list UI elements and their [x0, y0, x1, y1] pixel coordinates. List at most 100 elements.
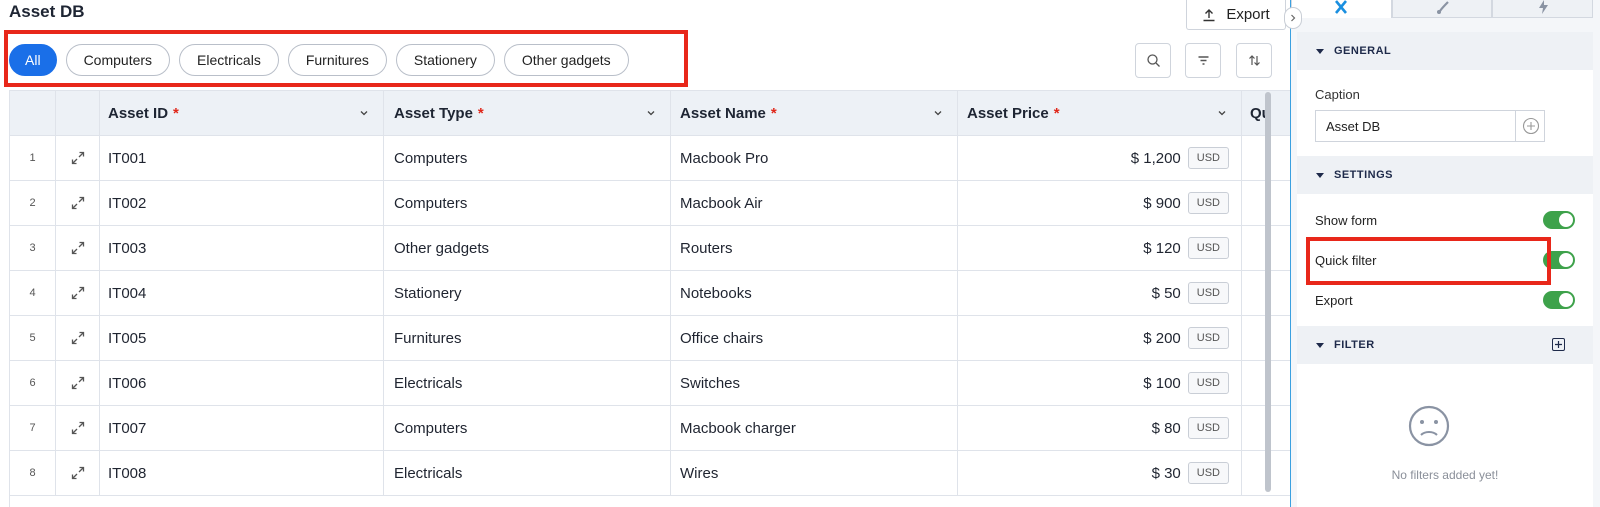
- table-row[interactable]: 4 IT004 Stationery Notebooks $ 50 USD: [10, 271, 1290, 316]
- quick-filter-chips: All Computers Electricals Furnitures Sta…: [9, 44, 629, 76]
- expand-icon[interactable]: [70, 285, 86, 301]
- search-button[interactable]: [1135, 43, 1171, 78]
- row-number: 7: [10, 406, 56, 451]
- tab-general[interactable]: [1291, 0, 1392, 18]
- cell-asset-price[interactable]: $ 900 USD: [958, 181, 1242, 226]
- price-value: $ 80: [1151, 419, 1181, 437]
- add-filter-button[interactable]: [1552, 338, 1565, 351]
- cell-asset-name[interactable]: Macbook Air: [671, 181, 958, 226]
- expand-icon[interactable]: [70, 420, 86, 436]
- show-form-toggle[interactable]: [1543, 211, 1575, 229]
- cell-asset-type[interactable]: Furnitures: [384, 316, 671, 361]
- expand-icon[interactable]: [70, 240, 86, 256]
- grid-scrollbar[interactable]: [1265, 92, 1271, 492]
- cell-asset-type[interactable]: Stationery: [384, 271, 671, 316]
- column-header-asset-id[interactable]: Asset ID *: [100, 91, 384, 136]
- chip-all[interactable]: All: [9, 44, 57, 76]
- cell-asset-price[interactable]: $ 50 USD: [958, 271, 1242, 316]
- row-number: 3: [10, 226, 56, 271]
- section-filter-header[interactable]: FILTER: [1297, 326, 1593, 364]
- expand-icon[interactable]: [70, 375, 86, 391]
- row-expand-button[interactable]: [56, 226, 100, 271]
- currency-badge: USD: [1187, 462, 1229, 484]
- row-expand-button[interactable]: [56, 406, 100, 451]
- table-row[interactable]: 7 IT007 Computers Macbook charger $ 80 USD: [10, 406, 1290, 451]
- chip-furnitures[interactable]: Furnitures: [287, 44, 387, 76]
- row-expand-button[interactable]: [56, 316, 100, 361]
- cell-asset-name[interactable]: Macbook Pro: [671, 136, 958, 181]
- table-row[interactable]: 6 IT006 Electricals Switches $ 100 USD: [10, 361, 1290, 406]
- header-expand: [56, 91, 100, 136]
- cell-asset-price[interactable]: $ 80 USD: [958, 406, 1242, 451]
- cell-asset-name[interactable]: Routers: [671, 226, 958, 271]
- chip-electricals[interactable]: Electricals: [179, 44, 279, 76]
- chip-stationery[interactable]: Stationery: [395, 44, 495, 76]
- cell-asset-id[interactable]: IT005: [100, 316, 384, 361]
- cell-asset-price[interactable]: $ 1,200 USD: [958, 136, 1242, 181]
- table-row[interactable]: 5 IT005 Furnitures Office chairs $ 200 USD: [10, 316, 1290, 361]
- cell-asset-name[interactable]: Wires: [671, 451, 958, 496]
- cell-asset-type[interactable]: Electricals: [384, 451, 671, 496]
- export-button[interactable]: Export: [1186, 0, 1286, 30]
- column-header-asset-type[interactable]: Asset Type *: [384, 91, 671, 136]
- chevron-down-icon[interactable]: [646, 108, 656, 118]
- column-header-asset-name[interactable]: Asset Name *: [671, 91, 958, 136]
- asset-grid: Asset ID * Asset Type * Asset Name * Asset …: [9, 90, 1290, 507]
- cell-asset-id[interactable]: IT004: [100, 271, 384, 316]
- filter-empty-state: No filters added yet!: [1297, 364, 1593, 507]
- cell-asset-price[interactable]: $ 120 USD: [958, 226, 1242, 271]
- chevron-down-icon[interactable]: [933, 108, 943, 118]
- chevron-down-icon[interactable]: [1217, 108, 1227, 118]
- currency-badge: USD: [1187, 282, 1229, 304]
- cell-asset-id[interactable]: IT006: [100, 361, 384, 406]
- row-expand-button[interactable]: [56, 136, 100, 181]
- table-row[interactable]: 3 IT003 Other gadgets Routers $ 120 USD: [10, 226, 1290, 271]
- sort-button[interactable]: [1236, 43, 1272, 78]
- cell-asset-name[interactable]: Macbook charger: [671, 406, 958, 451]
- chip-other-gadgets[interactable]: Other gadgets: [503, 44, 629, 76]
- cell-asset-type[interactable]: Computers: [384, 136, 671, 181]
- column-header-asset-price[interactable]: Asset Price *: [958, 91, 1242, 136]
- row-expand-button[interactable]: [56, 451, 100, 496]
- cell-asset-price[interactable]: $ 100 USD: [958, 361, 1242, 406]
- expand-icon[interactable]: [70, 195, 86, 211]
- cell-asset-type[interactable]: Other gadgets: [384, 226, 671, 271]
- cell-asset-id[interactable]: IT002: [100, 181, 384, 226]
- setting-show-form: Show form: [1297, 200, 1593, 240]
- cell-asset-id[interactable]: IT008: [100, 451, 384, 496]
- cell-asset-type[interactable]: Computers: [384, 181, 671, 226]
- cell-asset-id[interactable]: IT003: [100, 226, 384, 271]
- cell-asset-id[interactable]: IT007: [100, 406, 384, 451]
- section-general-header[interactable]: GENERAL: [1297, 32, 1593, 70]
- chip-computers[interactable]: Computers: [65, 44, 171, 76]
- cell-asset-price[interactable]: $ 30 USD: [958, 451, 1242, 496]
- cell-asset-name[interactable]: Notebooks: [671, 271, 958, 316]
- row-expand-button[interactable]: [56, 271, 100, 316]
- table-row[interactable]: 1 IT001 Computers Macbook Pro $ 1,200 USD: [10, 136, 1290, 181]
- cell-asset-type[interactable]: Electricals: [384, 361, 671, 406]
- caption-add-button[interactable]: [1515, 110, 1546, 142]
- filter-button[interactable]: [1185, 43, 1221, 78]
- currency-badge: USD: [1187, 417, 1229, 439]
- cell-asset-type[interactable]: Computers: [384, 406, 671, 451]
- cell-asset-id[interactable]: IT001: [100, 136, 384, 181]
- tab-actions[interactable]: [1492, 0, 1594, 18]
- cell-asset-name[interactable]: Office chairs: [671, 316, 958, 361]
- cell-asset-name[interactable]: Switches: [671, 361, 958, 406]
- cell-asset-price[interactable]: $ 200 USD: [958, 316, 1242, 361]
- expand-icon[interactable]: [70, 150, 86, 166]
- panel-collapse-button[interactable]: [1284, 7, 1302, 29]
- page-title: Asset DB: [9, 2, 85, 21]
- export-toggle[interactable]: [1543, 291, 1575, 309]
- row-expand-button[interactable]: [56, 361, 100, 406]
- section-settings-header[interactable]: SETTINGS: [1297, 156, 1593, 194]
- caption-input[interactable]: Asset DB: [1315, 110, 1545, 142]
- table-row[interactable]: 8 IT008 Electricals Wires $ 30 USD: [10, 451, 1290, 496]
- expand-icon[interactable]: [70, 465, 86, 481]
- row-expand-button[interactable]: [56, 181, 100, 226]
- expand-icon[interactable]: [70, 330, 86, 346]
- chevron-down-icon[interactable]: [359, 108, 369, 118]
- tab-style[interactable]: [1391, 0, 1493, 18]
- tools-icon: [1335, 0, 1348, 14]
- table-row[interactable]: 2 IT002 Computers Macbook Air $ 900 USD: [10, 181, 1290, 226]
